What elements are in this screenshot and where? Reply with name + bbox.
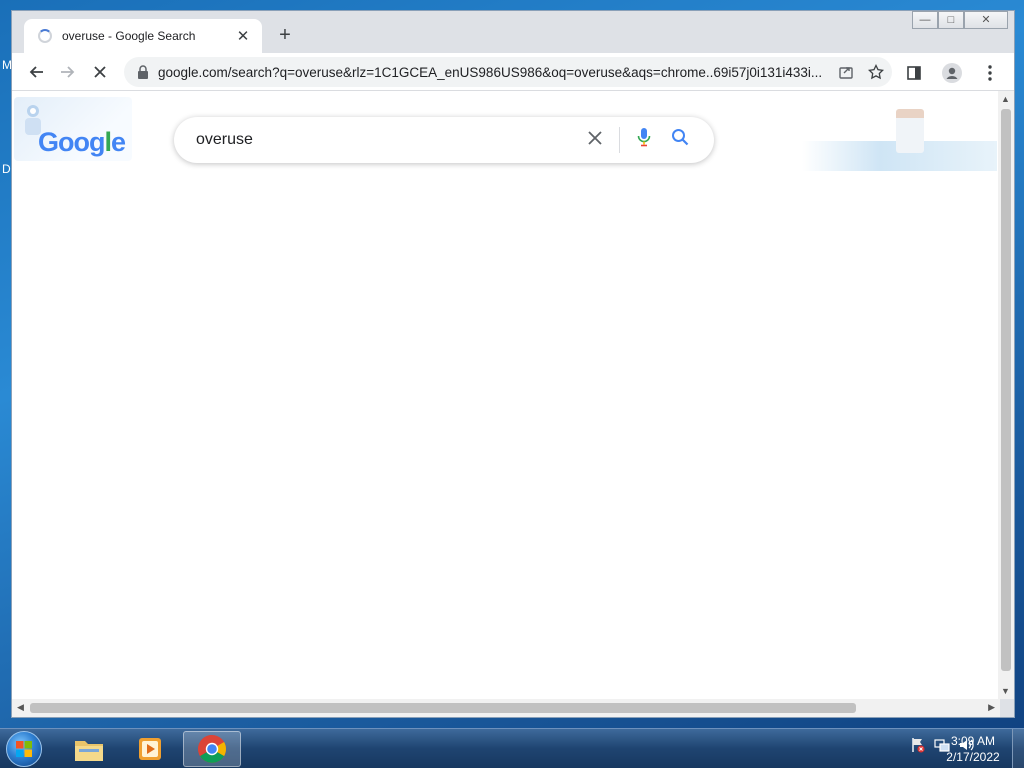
clock-time: 3:09 AM xyxy=(950,734,996,748)
clock-date: 2/17/2022 xyxy=(946,750,1000,764)
windows-logo-icon xyxy=(16,741,32,757)
clear-icon xyxy=(588,130,602,145)
minimize-button[interactable]: — xyxy=(912,11,938,29)
tab-close-icon[interactable]: ✕ xyxy=(234,27,252,45)
action-center-flag-icon[interactable] xyxy=(910,737,926,753)
stop-loading-button[interactable] xyxy=(84,56,116,88)
side-panel-button[interactable] xyxy=(898,57,930,89)
window-controls: — □ ✕ xyxy=(912,11,1008,29)
folder-icon xyxy=(75,741,103,761)
search-divider xyxy=(619,127,620,153)
bookmark-star-icon[interactable] xyxy=(868,64,884,80)
browser-toolbar: google.com/search?q=overuse&rlz=1C1GCEA_… xyxy=(12,53,1014,91)
taskbar: 3:09 AM 2/17/2022 xyxy=(0,728,1024,768)
search-box[interactable]: overuse xyxy=(174,117,714,163)
forward-button[interactable] xyxy=(52,56,84,88)
tab-title: overuse - Google Search xyxy=(62,29,196,43)
title-bar: overuse - Google Search ✕ + — □ ✕ xyxy=(12,11,1014,53)
address-url: google.com/search?q=overuse&rlz=1C1GCEA_… xyxy=(158,64,823,80)
forward-arrow-icon xyxy=(61,65,75,78)
microphone-icon xyxy=(637,128,651,147)
menu-button[interactable] xyxy=(974,57,1006,89)
media-player-icon xyxy=(139,738,161,760)
desktop-icon-label: D xyxy=(2,162,11,176)
taskbar-media-player[interactable] xyxy=(121,731,179,767)
lock-icon xyxy=(138,65,148,79)
share-icon[interactable] xyxy=(838,64,854,80)
vertical-scrollbar[interactable]: ▲ ▼ xyxy=(998,91,1014,699)
scroll-down-icon[interactable]: ▼ xyxy=(1001,686,1010,696)
google-doodle-logo[interactable]: Google xyxy=(14,97,132,161)
chrome-icon xyxy=(198,735,226,763)
profile-button[interactable] xyxy=(936,57,968,89)
profile-avatar-icon xyxy=(942,63,962,83)
side-panel-icon xyxy=(907,66,921,80)
page-viewport: Google overuse xyxy=(12,91,1000,699)
address-bar[interactable]: google.com/search?q=overuse&rlz=1C1GCEA_… xyxy=(124,57,892,87)
kebab-menu-icon xyxy=(988,65,992,81)
back-button[interactable] xyxy=(20,56,52,88)
horizontal-scroll-thumb[interactable] xyxy=(30,703,856,713)
scroll-up-icon[interactable]: ▲ xyxy=(1001,94,1010,104)
google-logo-text: Google xyxy=(38,127,126,157)
stop-icon xyxy=(94,65,106,78)
vertical-scroll-thumb[interactable] xyxy=(1001,109,1011,671)
voice-search-button[interactable] xyxy=(626,127,662,153)
search-input[interactable]: overuse xyxy=(196,131,577,149)
scroll-right-icon[interactable]: ▶ xyxy=(988,702,995,713)
browser-window: overuse - Google Search ✕ + — □ ✕ google… xyxy=(11,10,1015,718)
taskbar-clock[interactable]: 3:09 AM 2/17/2022 xyxy=(938,733,1008,765)
scroll-left-icon[interactable]: ◀ xyxy=(17,702,24,713)
browser-tab[interactable]: overuse - Google Search ✕ xyxy=(24,19,262,53)
close-window-button[interactable]: ✕ xyxy=(964,11,1008,29)
taskbar-chrome[interactable] xyxy=(183,731,241,767)
show-desktop-button[interactable] xyxy=(1012,729,1024,768)
maximize-button[interactable]: □ xyxy=(938,11,964,29)
clear-search-button[interactable] xyxy=(577,129,613,152)
search-button[interactable] xyxy=(662,128,698,152)
new-tab-button[interactable]: + xyxy=(274,25,296,45)
search-icon xyxy=(672,129,689,146)
vial-illustration-icon xyxy=(896,109,924,153)
taskbar-explorer[interactable] xyxy=(60,731,118,767)
start-button[interactable] xyxy=(6,731,42,767)
horizontal-scrollbar[interactable]: ◀ ▶ xyxy=(12,699,1000,717)
back-arrow-icon xyxy=(29,65,43,78)
loading-spinner-icon xyxy=(38,29,52,43)
